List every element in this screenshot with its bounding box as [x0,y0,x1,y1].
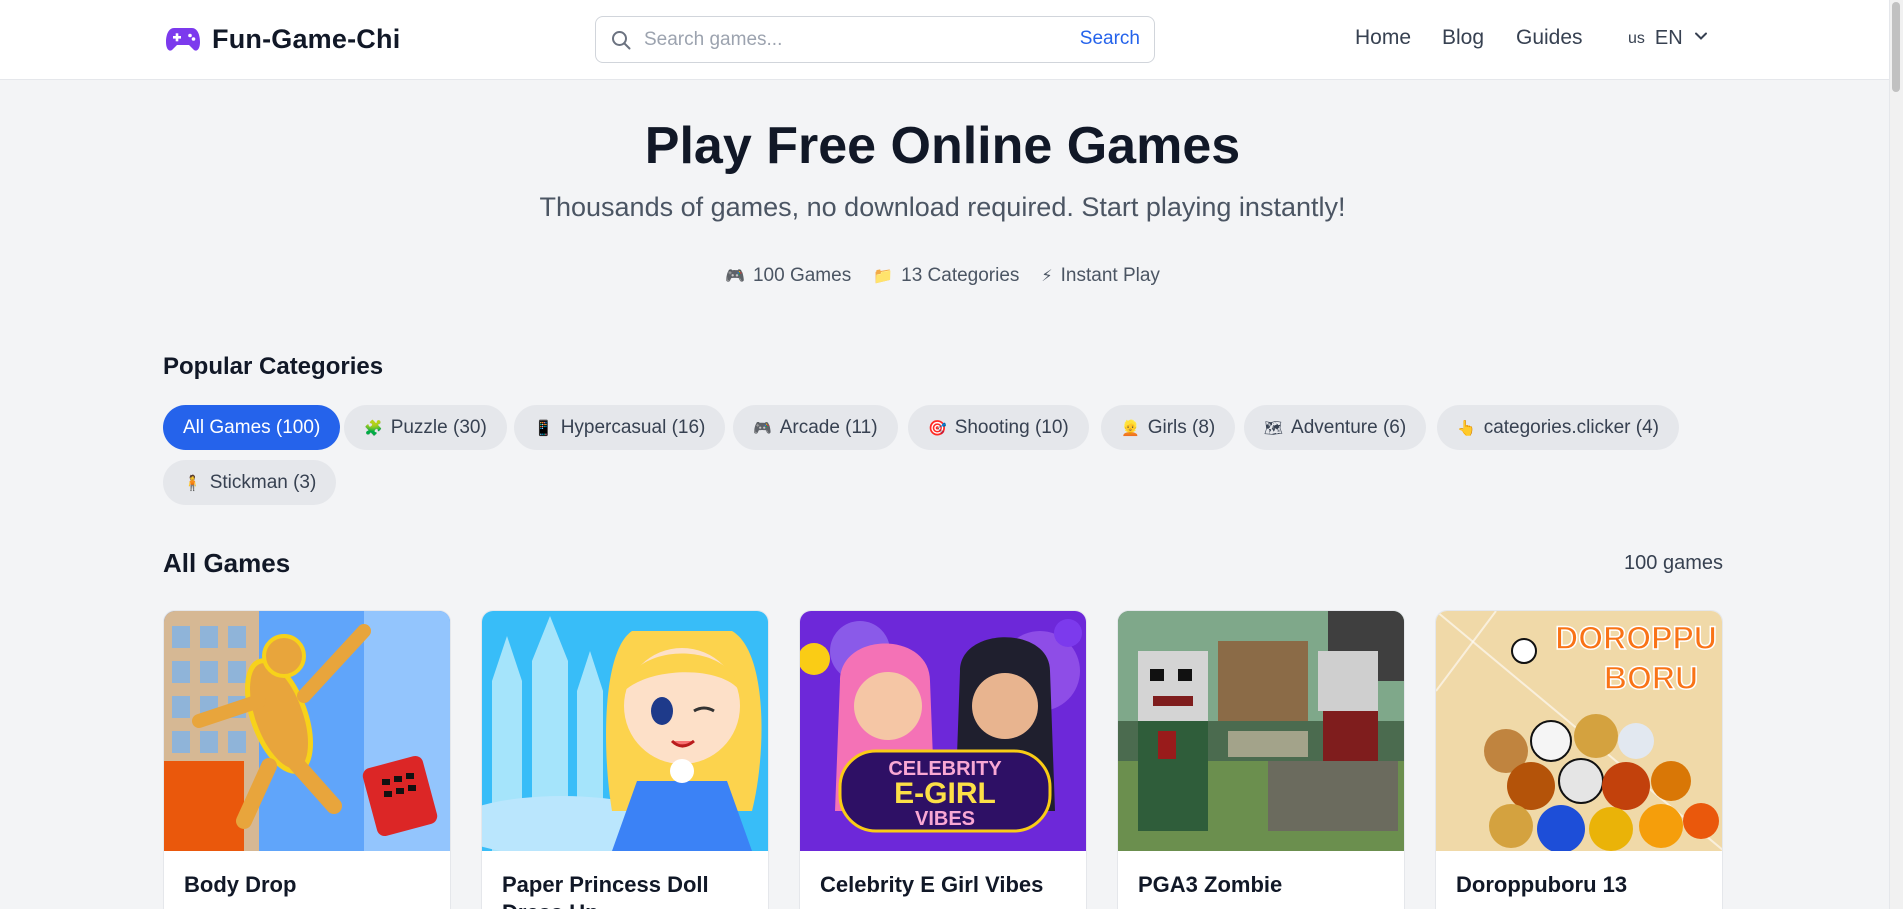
search-input[interactable] [644,28,1064,51]
nav-blog[interactable]: Blog [1442,26,1484,50]
scrollbar-thumb[interactable] [1892,2,1900,92]
banner-line-3: VIBES [915,808,975,830]
site-header: Fun-Game-Chi Search Home Blog Guides us … [0,0,1903,80]
game-title: Body Drop [184,872,297,897]
pointer-icon: 👆 [1457,419,1476,437]
banner-line-2: BORU [1604,660,1698,696]
stat-label: 100 Games [752,265,852,286]
game-title: Celebrity E Girl Vibes [820,872,1044,897]
category-label: Arcade (11) [779,416,878,438]
category-clicker[interactable]: 👆 categories.clicker (4) [1437,405,1679,450]
page-subtitle: Thousands of games, no download required… [539,192,1346,222]
all-games-heading: All Games [163,548,291,578]
chevron-down-icon [1693,28,1709,49]
folder-icon: 📁 [873,268,894,285]
banner-line-1: DOROPPU [1555,620,1717,656]
game-card-pga3-zombie[interactable]: PGA3 Zombie [1117,610,1405,909]
stickman-icon: 🧍 [183,474,202,492]
puzzle-icon: 🧩 [364,419,383,437]
map-icon: 🗺 [1264,419,1284,437]
category-label: categories.clicker (4) [1483,416,1659,438]
game-card-doroppuboru-13[interactable]: DOROPPU BORU Doroppuboru 13 [1435,610,1723,909]
category-label: Shooting (10) [954,416,1069,438]
game-thumbnail: CELEBRITY E-GIRL VIBES [800,611,1086,851]
game-thumbnail [482,611,768,851]
page-title: Play Free Online Games [644,117,1241,175]
game-title: Doroppuboru 13 [1456,872,1628,897]
language-selector[interactable]: us EN [1628,27,1709,50]
category-all-games[interactable]: All Games (100) [163,405,341,450]
gamepad-icon: 🎮 [753,419,772,437]
banner-line-2: E-GIRL [894,777,996,810]
categories-heading: Popular Categories [163,353,384,380]
stat-instant-play: ⚡ Instant Play [1041,265,1160,287]
games-count: 100 games [1624,552,1723,574]
language-code: EN [1654,27,1683,49]
game-card-body-drop[interactable]: Body Drop [163,610,451,909]
stat-label: 13 Categories [901,265,1020,286]
game-title: Paper Princess Doll Dress Up [502,872,709,909]
girl-icon: 👱 [1121,419,1140,437]
stat-categories: 📁 13 Categories [873,265,1019,287]
nav-guides[interactable]: Guides [1516,26,1583,50]
category-label: Puzzle (30) [390,416,487,438]
flag-us-icon: us [1628,29,1645,47]
site-logo[interactable]: Fun-Game-Chi [166,22,400,56]
category-label: Girls (8) [1147,416,1216,438]
stat-games: 🎮 100 Games [725,265,851,287]
game-thumbnail [164,611,450,851]
category-label: Adventure (6) [1291,416,1407,438]
gamepad-icon [166,22,200,56]
category-label: Stickman (3) [209,471,317,493]
category-label: All Games (100) [183,416,321,438]
category-girls[interactable]: 👱 Girls (8) [1101,405,1236,450]
search-button[interactable]: Search [1080,28,1140,50]
category-stickman[interactable]: 🧍 Stickman (3) [163,460,337,505]
game-title: PGA3 Zombie [1138,872,1283,897]
stat-label: Instant Play [1060,265,1160,286]
game-card-paper-princess[interactable]: Paper Princess Doll Dress Up [481,610,769,909]
category-puzzle[interactable]: 🧩 Puzzle (30) [344,405,507,450]
lightning-icon: ⚡ [1041,268,1053,285]
phone-icon: 📱 [534,419,553,437]
category-adventure[interactable]: 🗺 Adventure (6) [1244,405,1427,450]
category-shooting[interactable]: 🎯 Shooting (10) [908,405,1089,450]
gamepad-icon: 🎮 [725,268,745,285]
nav-home[interactable]: Home [1355,26,1411,50]
game-thumbnail: DOROPPU BORU [1436,611,1722,851]
site-stats: 🎮 100 Games 📁 13 Categories ⚡ Instant Pl… [0,265,1885,287]
category-label: Hypercasual (16) [560,416,706,438]
search-bar: Search [595,16,1155,63]
category-arcade[interactable]: 🎮 Arcade (11) [733,405,898,450]
site-name: Fun-Game-Chi [212,23,401,54]
target-icon: 🎯 [928,419,947,437]
search-icon [610,29,632,51]
game-thumbnail [1118,611,1404,851]
scrollbar[interactable] [1889,0,1903,909]
category-hypercasual[interactable]: 📱 Hypercasual (16) [514,405,726,450]
game-card-celebrity-e-girl-vibes[interactable]: CELEBRITY E-GIRL VIBES Celebrity E Girl … [799,610,1087,909]
